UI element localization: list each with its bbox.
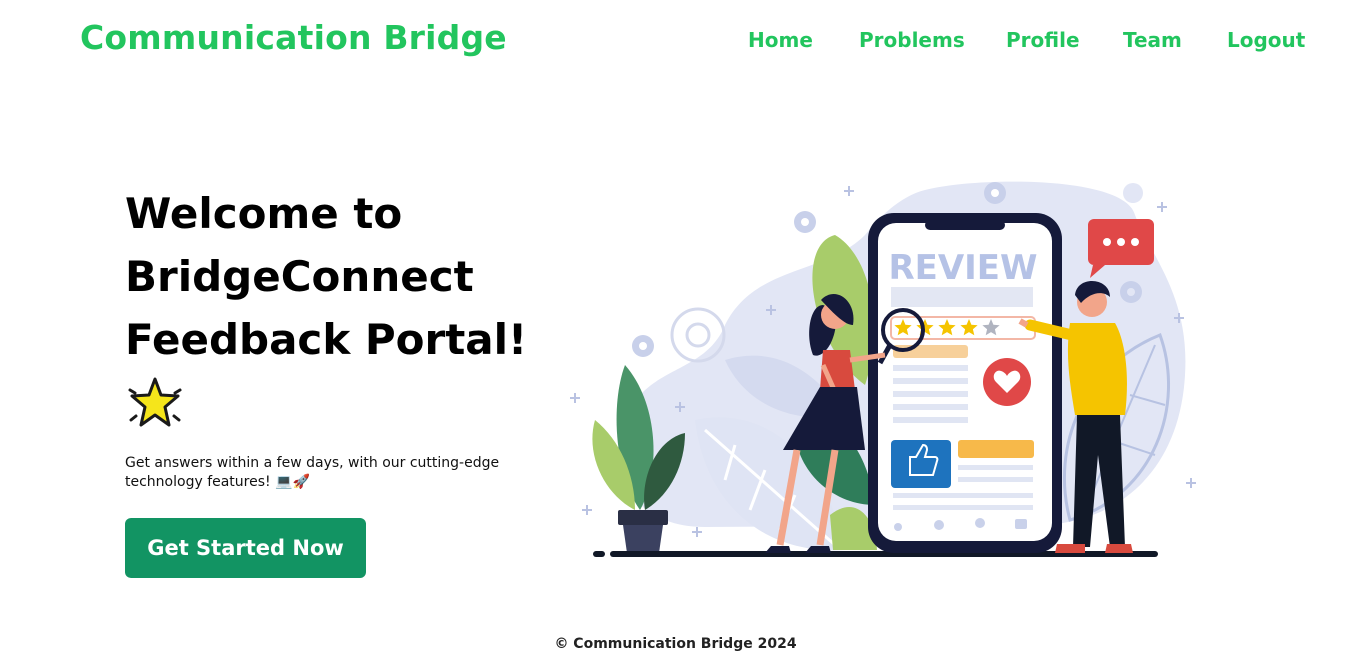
- ground-line: [593, 551, 605, 557]
- phone-notch: [925, 220, 1005, 230]
- screen-yellow-bar: [958, 440, 1034, 458]
- nav-problems[interactable]: Problems: [859, 28, 965, 52]
- nav-logout[interactable]: Logout: [1227, 28, 1305, 52]
- review-illustration: REVIEW: [570, 181, 1196, 557]
- nav-profile[interactable]: Profile: [1006, 28, 1080, 52]
- hero-subtitle: Get answers within a few days, with our …: [125, 454, 525, 492]
- review-heading: REVIEW: [888, 248, 1037, 288]
- plant-pot-rim: [618, 510, 668, 525]
- barcode-lines: [891, 287, 1033, 307]
- hero-title: Welcome to BridgeConnect Feedback Portal…: [125, 189, 528, 364]
- main-nav: Home Problems Profile Team Logout: [0, 28, 1351, 58]
- outline-gear-icon: [670, 307, 726, 363]
- get-started-button[interactable]: Get Started Now: [125, 518, 366, 578]
- chat-dots: [1103, 238, 1139, 246]
- plant-pot: [623, 525, 663, 553]
- nav-team[interactable]: Team: [1123, 28, 1182, 52]
- nav-home[interactable]: Home: [748, 28, 813, 52]
- decor-dot: [1123, 183, 1143, 203]
- footer-copyright: © Communication Bridge 2024: [554, 636, 797, 652]
- star-sparkle-icon: [128, 377, 182, 427]
- laptop-rocket-emoji: 💻🚀: [275, 474, 310, 490]
- hero-subtitle-text: Get answers within a few days, with our …: [125, 455, 500, 490]
- rating-box: [890, 316, 1036, 340]
